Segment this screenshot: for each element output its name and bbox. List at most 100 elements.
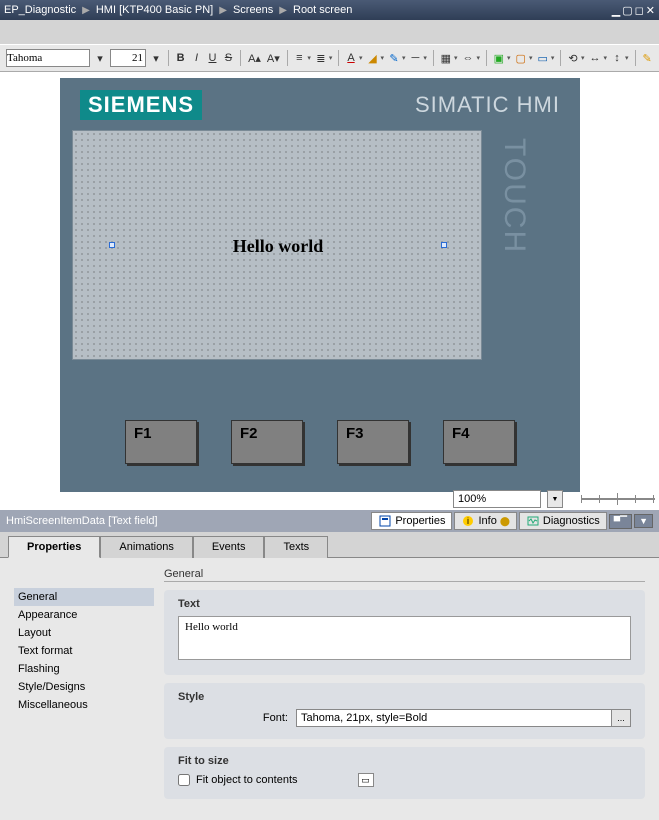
crumb-screen[interactable]: Root screen <box>293 4 352 16</box>
fill-color-button[interactable]: ◢ <box>366 49 378 67</box>
bring-front-button[interactable]: ▣ <box>493 49 505 67</box>
fit-group: Fit to size Fit object to contents ▭ <box>164 747 645 799</box>
prop-tab-properties[interactable]: Properties <box>8 536 100 558</box>
nav-style-designs[interactable]: Style/Designs <box>14 678 154 696</box>
tab-diagnostics-main[interactable]: Diagnostics <box>519 512 607 530</box>
format-paint-button[interactable]: ✎ <box>641 49 653 67</box>
zoom-input[interactable] <box>453 490 541 508</box>
nav-text-format[interactable]: Text format <box>14 642 154 660</box>
text-value-input[interactable]: Hello world <box>178 616 631 660</box>
nav-flashing[interactable]: Flashing <box>14 660 154 678</box>
prop-tab-texts[interactable]: Texts <box>264 536 328 558</box>
nav-appearance[interactable]: Appearance <box>14 606 154 624</box>
info-badge-icon: ⬤ <box>500 516 510 527</box>
prop-tab-animations[interactable]: Animations <box>100 536 192 558</box>
fit-checkbox-row[interactable]: Fit object to contents <box>178 774 298 786</box>
hmi-device-frame: SIEMENS SIMATIC HMI Hello world TOUCH F1… <box>60 78 580 492</box>
nav-layout[interactable]: Layout <box>14 624 154 642</box>
distribute-h-button[interactable]: ⇔ <box>461 49 474 67</box>
fit-checkbox[interactable] <box>178 774 190 786</box>
breadcrumb: EP_Diagnostic ▶ HMI [KTP400 Basic PN] ▶ … <box>4 4 612 16</box>
maximize-icon[interactable]: ◻ <box>635 4 644 17</box>
siemens-logo: SIEMENS <box>80 90 202 120</box>
tab-info-main[interactable]: i Info ⬤ <box>454 512 516 530</box>
fit-label: Fit object to contents <box>196 774 298 786</box>
nav-general[interactable]: General <box>14 588 154 606</box>
text-group-title: Text <box>178 598 631 610</box>
prop-tab-events[interactable]: Events <box>193 536 265 558</box>
inspector-header: HmiScreenItemData [Text field] Propertie… <box>0 510 659 532</box>
align-left-button[interactable]: ≡ <box>293 49 305 67</box>
style-group-title: Style <box>178 691 631 703</box>
crumb-device[interactable]: HMI [KTP400 Basic PN] <box>96 4 213 16</box>
font-size-select[interactable] <box>110 49 146 67</box>
property-nav: General Appearance Layout Text format Fl… <box>0 558 164 820</box>
svg-text:i: i <box>467 516 469 526</box>
size-h-button[interactable]: ↔ <box>589 49 602 67</box>
window-controls: ▁ ▢ ◻ ✕ <box>612 4 655 17</box>
function-key-f3[interactable]: F3 <box>337 420 409 464</box>
font-value-input[interactable] <box>296 709 611 727</box>
crumb-folder[interactable]: Screens <box>233 4 273 16</box>
crumb-project[interactable]: EP_Diagnostic <box>4 4 76 16</box>
text-group: Text Hello world <box>164 590 645 675</box>
line-style-button[interactable]: ─ <box>409 49 421 67</box>
align-edges-button[interactable]: ▦ <box>440 49 452 67</box>
title-bar: EP_Diagnostic ▶ HMI [KTP400 Basic PN] ▶ … <box>0 0 659 20</box>
text-field-object[interactable]: Hello world <box>113 233 443 259</box>
function-key-f1[interactable]: F1 <box>125 420 197 464</box>
hmi-screen-surface[interactable]: Hello world <box>72 130 482 360</box>
zoom-dropdown-icon[interactable]: ▼ <box>547 490 563 508</box>
property-content: General Text Hello world Style Font: ...… <box>164 558 659 820</box>
font-family-select[interactable] <box>6 49 90 67</box>
touch-label: TOUCH <box>497 138 531 254</box>
chevron-right-icon: ▶ <box>82 5 90 16</box>
close-icon[interactable]: ✕ <box>646 4 655 17</box>
inspector-title: HmiScreenItemData [Text field] <box>6 515 371 527</box>
resize-handle-left[interactable] <box>109 242 115 248</box>
diagnostics-icon <box>526 514 540 528</box>
decrease-font-button[interactable]: A▾ <box>266 49 281 67</box>
collapse-up-icon[interactable]: ▀▔ <box>609 514 632 529</box>
resize-handle-right[interactable] <box>441 242 447 248</box>
info-icon: i <box>461 514 475 528</box>
increase-font-button[interactable]: A▴ <box>247 49 262 67</box>
format-toolbar: ▾ ▾ B I U S A▴ A▾ ≡▾ ≣▾ A▾ ◢▾ ✎▾ ─▾ ▦▾ ⇔… <box>0 44 659 72</box>
bold-button[interactable]: B <box>175 49 187 67</box>
send-back-button[interactable]: ▢ <box>515 49 527 67</box>
text-field-content: Hello world <box>233 236 324 257</box>
section-heading: General <box>164 568 645 582</box>
screen-canvas[interactable]: SIEMENS SIMATIC HMI Hello world TOUCH F1… <box>0 72 659 510</box>
underline-button[interactable]: U <box>207 49 219 67</box>
function-key-f2[interactable]: F2 <box>231 420 303 464</box>
font-browse-button[interactable]: ... <box>611 709 631 727</box>
font-color-button[interactable]: A <box>345 49 357 67</box>
property-panel: General Appearance Layout Text format Fl… <box>0 558 659 820</box>
style-group: Style Font: ... <box>164 683 645 739</box>
chevron-right-icon: ▶ <box>219 5 227 16</box>
fit-preview-icon[interactable]: ▭ <box>358 773 374 787</box>
fit-group-title: Fit to size <box>178 755 631 767</box>
strike-button[interactable]: S <box>222 49 234 67</box>
group-button[interactable]: ▭ <box>536 49 548 67</box>
size-dropdown-icon[interactable]: ▾ <box>150 49 162 67</box>
line-color-button[interactable]: ✎ <box>388 49 400 67</box>
zoom-controls: ▼ <box>453 490 655 508</box>
zoom-slider[interactable] <box>581 492 655 506</box>
italic-button[interactable]: I <box>191 49 203 67</box>
property-tabs: Properties Animations Events Texts <box>0 532 659 558</box>
nav-miscellaneous[interactable]: Miscellaneous <box>14 696 154 714</box>
font-dropdown-icon[interactable]: ▾ <box>94 49 106 67</box>
size-v-button[interactable]: ↕ <box>611 49 623 67</box>
simatic-label: SIMATIC HMI <box>415 92 560 118</box>
font-label: Font: <box>178 712 288 724</box>
chevron-right-icon: ▶ <box>279 5 287 16</box>
properties-icon <box>378 514 392 528</box>
minimize-icon[interactable]: ▁ <box>612 4 620 17</box>
restore-icon[interactable]: ▢ <box>622 4 632 17</box>
tab-properties-main[interactable]: Properties <box>371 512 452 530</box>
collapse-down-icon[interactable]: ▼ <box>634 514 653 528</box>
function-key-f4[interactable]: F4 <box>443 420 515 464</box>
rotate-button[interactable]: ⟲ <box>567 49 579 67</box>
align-vert-button[interactable]: ≣ <box>315 49 327 67</box>
